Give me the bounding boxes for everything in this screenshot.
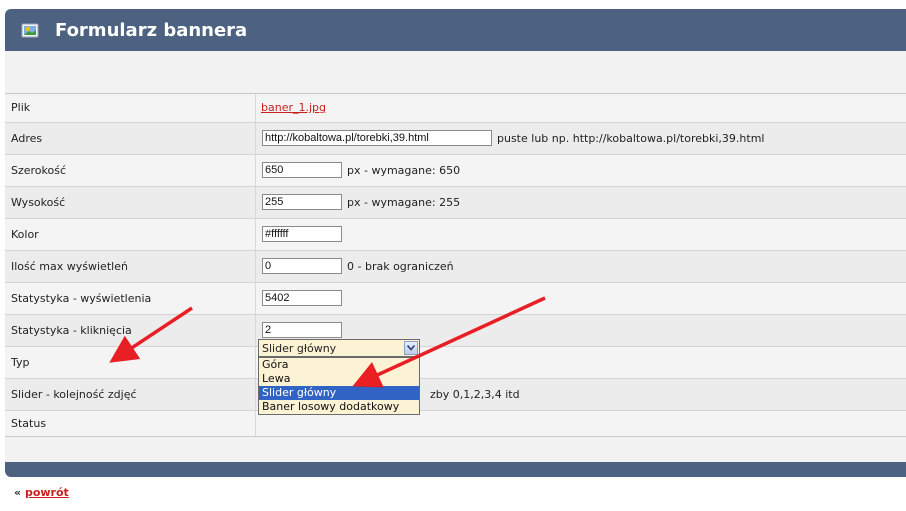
kolor-input[interactable]	[262, 226, 342, 242]
typ-dropdown-list: Góra Lewa Slider główny Baner losowy dod…	[258, 357, 420, 415]
row-wysokosc: Wysokość px - wymagane: 255	[5, 187, 906, 219]
label-wysokosc: Wysokość	[11, 196, 66, 209]
chevron-down-icon[interactable]	[404, 341, 418, 355]
typ-option-lewa[interactable]: Lewa	[259, 372, 419, 386]
wysokosc-hint: px - wymagane: 255	[347, 196, 461, 209]
file-link[interactable]: baner_1.jpg	[261, 94, 326, 122]
form-table: Plik baner_1.jpg Adres puste lub np. htt…	[5, 94, 906, 438]
row-kolor: Kolor	[5, 219, 906, 251]
row-adres: Adres puste lub np. http://kobaltowa.pl/…	[5, 123, 906, 155]
toolbar-strip	[5, 51, 906, 94]
label-slider-kolejnosc: Slider - kolejność zdjęć	[11, 388, 137, 401]
label-status: Status	[11, 417, 47, 430]
back-prefix: «	[14, 486, 22, 499]
label-plik: Plik	[11, 101, 31, 114]
panel-footer-strip	[5, 436, 906, 463]
row-typ: Typ	[5, 347, 906, 379]
adres-input[interactable]	[262, 130, 492, 146]
typ-option-baner-losowy[interactable]: Baner losowy dodatkowy	[259, 400, 419, 414]
image-icon	[21, 22, 39, 39]
panel-footer	[5, 462, 906, 477]
statystyka-klikniecia-input[interactable]	[262, 322, 342, 338]
typ-option-gora[interactable]: Góra	[259, 358, 419, 372]
label-statystyka-klikniecia: Statystyka - kliknięcia	[11, 324, 132, 337]
page-title: Formularz bannera	[55, 20, 248, 41]
back-line: « powrót	[14, 486, 69, 499]
banner-form-panel: Formularz bannera Plik baner_1.jpg Adres…	[5, 9, 906, 477]
ilosc-max-hint: 0 - brak ograniczeń	[347, 260, 454, 273]
szerokosc-hint: px - wymagane: 650	[347, 164, 461, 177]
wysokosc-input[interactable]	[262, 194, 342, 210]
row-statystyka-wyswietlenia: Statystyka - wyświetlenia	[5, 283, 906, 315]
adres-hint: puste lub np. http://kobaltowa.pl/torebk…	[497, 132, 765, 145]
label-statystyka-wyswietlenia: Statystyka - wyświetlenia	[11, 292, 152, 305]
label-kolor: Kolor	[11, 228, 39, 241]
back-link[interactable]: powrót	[25, 486, 69, 499]
row-szerokosc: Szerokość px - wymagane: 650	[5, 155, 906, 187]
row-slider-kolejnosc: Slider - kolejność zdjęć zby 0,1,2,3,4 i…	[5, 379, 906, 411]
ilosc-max-input[interactable]	[262, 258, 342, 274]
row-status: Status	[5, 411, 906, 438]
label-szerokosc: Szerokość	[11, 164, 67, 177]
typ-select[interactable]: Slider główny	[258, 339, 420, 357]
typ-option-slider-glowny[interactable]: Slider główny	[259, 386, 419, 400]
row-statystyka-klikniecia: Statystyka - kliknięcia	[5, 315, 906, 347]
statystyka-wyswietlenia-input[interactable]	[262, 290, 342, 306]
row-ilosc-max: Ilość max wyświetleń 0 - brak ograniczeń	[5, 251, 906, 283]
panel-header: Formularz bannera	[5, 9, 906, 51]
label-typ: Typ	[11, 356, 30, 369]
typ-select-value: Slider główny	[262, 342, 337, 355]
szerokosc-input[interactable]	[262, 162, 342, 178]
label-adres: Adres	[11, 132, 43, 145]
slider-kolejnosc-hint: zby 0,1,2,3,4 itd	[430, 388, 520, 401]
row-plik: Plik baner_1.jpg	[5, 94, 906, 123]
label-ilosc-max: Ilość max wyświetleń	[11, 260, 128, 273]
